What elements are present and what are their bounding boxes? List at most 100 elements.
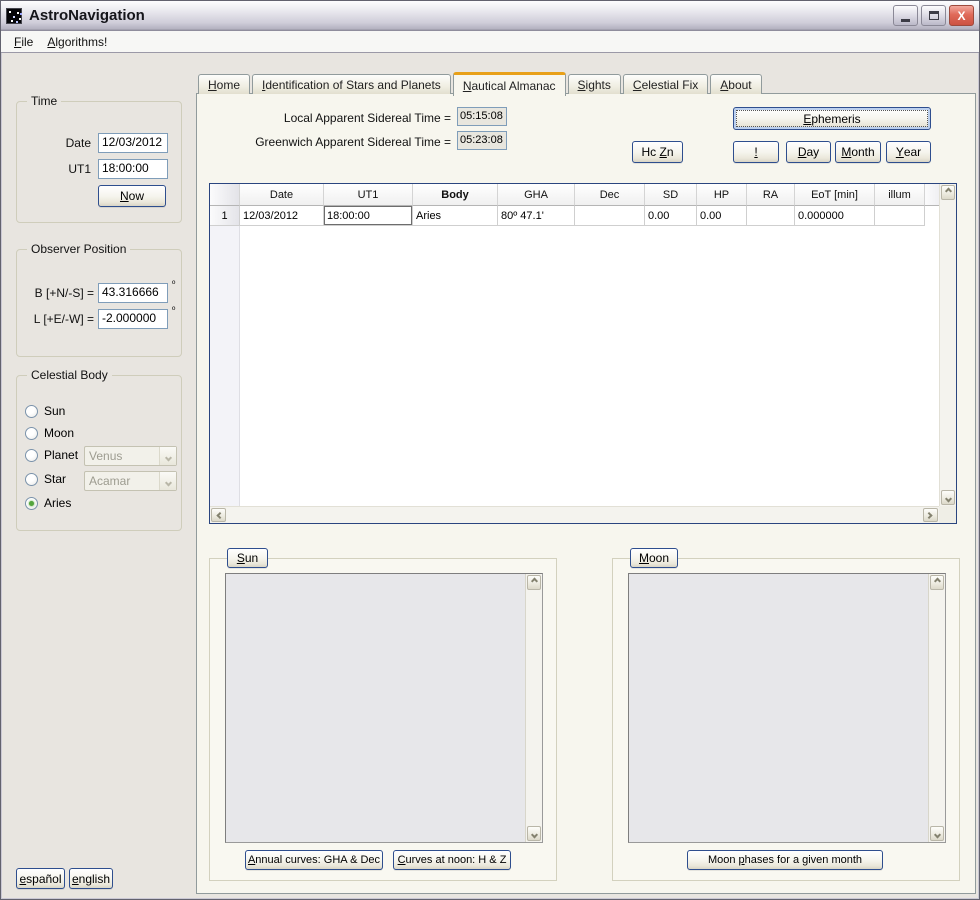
chevron-down-icon xyxy=(530,831,537,838)
grid-header-date: Date xyxy=(240,184,324,206)
scroll-down-button[interactable] xyxy=(930,826,944,841)
scroll-down-button[interactable] xyxy=(941,490,955,505)
grid-cell-body[interactable]: Aries xyxy=(413,206,498,226)
now-button[interactable]: Now xyxy=(98,185,166,207)
grid-cell-eot[interactable]: 0.000000 xyxy=(795,206,875,226)
hc-zn-button[interactable]: Hc Zn xyxy=(632,141,683,163)
window-title: AstroNavigation xyxy=(29,7,890,24)
radio-star[interactable]: Star xyxy=(25,472,66,486)
ut1-field[interactable]: 18:00:00 xyxy=(98,159,168,179)
grid-cell-date[interactable]: 12/03/2012 xyxy=(240,206,324,226)
grid-cell-gha[interactable]: 80º 47.1' xyxy=(498,206,575,226)
longitude-label: L [+E/-W] = xyxy=(17,312,94,326)
tab-celestial-fix[interactable]: Celestial Fix xyxy=(623,74,708,94)
observer-group-title: Observer Position xyxy=(27,242,130,256)
radio-aries[interactable]: Aries xyxy=(25,496,71,510)
scrollbar-corner xyxy=(939,506,956,523)
grid-header-sd: SD xyxy=(645,184,697,206)
grid-rowheader-column xyxy=(210,226,240,506)
grid-vertical-scrollbar[interactable] xyxy=(939,184,956,506)
title-bar[interactable]: AstroNavigation X xyxy=(1,1,979,31)
close-icon: X xyxy=(957,10,965,22)
sun-list-scrollbar[interactable] xyxy=(525,574,542,842)
radio-moon-icon xyxy=(25,427,38,440)
day-button[interactable]: Day xyxy=(786,141,831,163)
planet-combo: Venus xyxy=(84,446,177,466)
tab-sights[interactable]: Sights xyxy=(568,74,621,94)
tab-home[interactable]: Home xyxy=(198,74,250,94)
tab-identification[interactable]: Identification of Stars and Planets xyxy=(252,74,451,94)
noon-curves-button[interactable]: Curves at noon: H & Z xyxy=(393,850,511,870)
sun-button[interactable]: Sun xyxy=(227,548,268,568)
gast-value-field: 05:23:08 xyxy=(457,131,507,150)
longitude-degree-label: º xyxy=(172,305,175,315)
planet-combo-value: Venus xyxy=(85,447,159,465)
time-groupbox: Time Date 12/03/2012 UT1 18:00:00 Now xyxy=(16,101,182,223)
star-combo: Acamar xyxy=(84,471,177,491)
last-label: Local Apparent Sidereal Time = xyxy=(197,111,451,125)
radio-sun[interactable]: Sun xyxy=(25,404,65,418)
sun-listbox[interactable] xyxy=(225,573,543,843)
moon-listbox[interactable] xyxy=(628,573,946,843)
planet-combo-dropdown-icon xyxy=(159,447,176,465)
tab-nautical-almanac[interactable]: Nautical Almanac xyxy=(453,72,566,96)
grid-cell-ra[interactable] xyxy=(747,206,795,226)
tab-about[interactable]: About xyxy=(710,74,761,94)
latitude-degree-label: º xyxy=(172,279,175,289)
grid-header-ut1: UT1 xyxy=(324,184,413,206)
date-field[interactable]: 12/03/2012 xyxy=(98,133,168,153)
annual-curves-button[interactable]: Annual curves: GHA & Dec xyxy=(245,850,383,870)
radio-aries-icon xyxy=(25,497,38,510)
scroll-up-button[interactable] xyxy=(930,575,944,590)
grid-header-illum: illum xyxy=(875,184,925,206)
minimize-button[interactable] xyxy=(893,5,918,26)
bang-button[interactable]: ! xyxy=(733,141,779,163)
scroll-up-button[interactable] xyxy=(527,575,541,590)
grid-cell-illum[interactable] xyxy=(875,206,925,226)
grid-cell-dec[interactable] xyxy=(575,206,645,226)
chevron-up-icon xyxy=(933,578,940,585)
scroll-up-button[interactable] xyxy=(941,185,955,200)
maximize-button[interactable] xyxy=(921,5,946,26)
spanish-button[interactable]: español xyxy=(16,868,65,889)
app-starfield-icon xyxy=(6,8,22,24)
chevron-up-icon xyxy=(944,188,951,195)
table-row: 1 12/03/2012 18:00:00 Aries 80º 47.1' 0.… xyxy=(210,206,956,226)
scroll-right-button[interactable] xyxy=(923,508,938,522)
radio-moon[interactable]: Moon xyxy=(25,426,74,440)
close-button[interactable]: X xyxy=(949,5,974,26)
latitude-label: B [+N/-S] = xyxy=(17,286,94,300)
time-group-title: Time xyxy=(27,94,61,108)
latitude-field[interactable]: 43.316666 xyxy=(98,283,168,303)
english-button[interactable]: english xyxy=(69,868,113,889)
grid-horizontal-scrollbar[interactable] xyxy=(210,506,939,523)
radio-star-icon xyxy=(25,473,38,486)
grid-header-body: Body xyxy=(413,184,498,206)
last-value-field: 05:15:08 xyxy=(457,107,507,126)
scroll-down-button[interactable] xyxy=(527,826,541,841)
scroll-left-button[interactable] xyxy=(211,508,226,522)
ephemeris-button[interactable]: Ephemeris xyxy=(733,107,931,130)
celestial-body-groupbox: Celestial Body Sun Moon Planet Venus Sta… xyxy=(16,375,182,531)
gast-label: Greenwich Apparent Sidereal Time = xyxy=(197,135,451,149)
radio-planet[interactable]: Planet xyxy=(25,448,78,462)
grid-row-number: 1 xyxy=(210,206,240,226)
grid-cell-ut1[interactable]: 18:00:00 xyxy=(324,206,413,226)
radio-planet-label: Planet xyxy=(44,448,78,462)
menu-item-algorithms[interactable]: Algorithms! xyxy=(40,33,114,51)
maximize-icon xyxy=(929,11,939,20)
menu-item-file[interactable]: File xyxy=(7,33,40,51)
grid-header-hp: HP xyxy=(697,184,747,206)
longitude-field[interactable]: -2.000000 xyxy=(98,309,168,329)
moon-button[interactable]: Moon xyxy=(630,548,678,568)
grid-header-row: Date UT1 Body GHA Dec SD HP RA EoT [min]… xyxy=(210,184,956,206)
moon-list-scrollbar[interactable] xyxy=(928,574,945,842)
year-button[interactable]: Year xyxy=(886,141,931,163)
moon-panel: Moon phases for a given month xyxy=(612,558,960,881)
month-button[interactable]: Month xyxy=(835,141,881,163)
grid-cell-sd[interactable]: 0.00 xyxy=(645,206,697,226)
sun-panel: Annual curves: GHA & Dec Curves at noon:… xyxy=(209,558,557,881)
grid-header-gha: GHA xyxy=(498,184,575,206)
grid-cell-hp[interactable]: 0.00 xyxy=(697,206,747,226)
moon-phases-button[interactable]: Moon phases for a given month xyxy=(687,850,883,870)
